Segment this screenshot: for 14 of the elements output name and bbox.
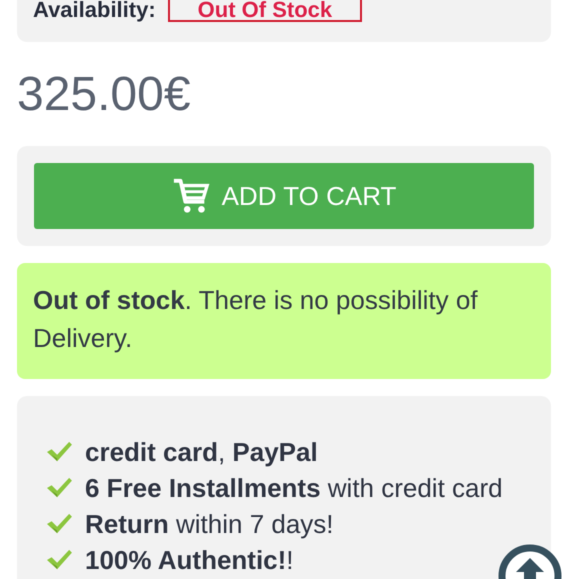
feature-text: credit card, PayPal [85, 436, 318, 468]
feature-text: 100% Authentic!! [85, 544, 294, 576]
availability-label: Availability: [33, 0, 156, 20]
add-to-cart-button[interactable]: ADD TO CART [34, 163, 534, 229]
check-icon [45, 512, 73, 536]
cart-icon [172, 177, 210, 215]
check-icon [45, 548, 73, 572]
stock-status-badge: Out Of Stock [168, 0, 362, 22]
check-icon [45, 476, 73, 500]
feature-text: Return within 7 days! [85, 508, 334, 540]
price-text: 325.00€ [17, 67, 192, 123]
feature-text: 6 Free Installments with credit card [85, 472, 503, 504]
stock-notice: Out of stock. There is no possibility of Delivery. [17, 263, 551, 379]
check-icon [45, 440, 73, 464]
